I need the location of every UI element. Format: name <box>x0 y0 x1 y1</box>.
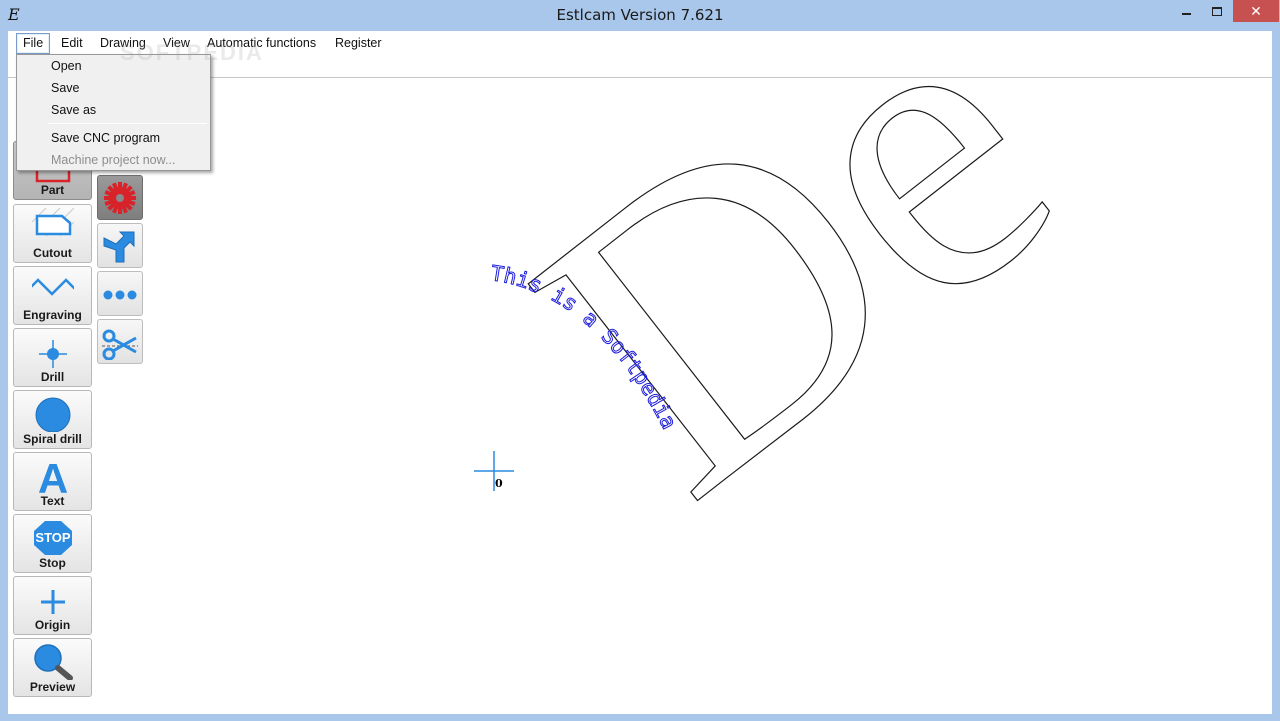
text-icon-glyph: A <box>38 456 68 494</box>
tool-engraving-label: Engraving <box>23 308 82 322</box>
menu-register[interactable]: Register <box>329 33 388 54</box>
menu-item-save-as[interactable]: Save as <box>51 100 206 120</box>
text-icon: A <box>38 456 68 494</box>
origin-label: 0 <box>495 477 503 490</box>
cutout-icon <box>32 208 74 237</box>
split-arrow-button[interactable] <box>97 223 143 268</box>
gear-icon <box>104 182 136 214</box>
dots-icon <box>103 290 137 300</box>
tool-part-label: Part <box>40 183 65 197</box>
menu-file[interactable]: File <box>16 33 51 54</box>
dots-button[interactable] <box>97 271 143 316</box>
menu-edit[interactable]: Edit <box>55 33 89 54</box>
split-arrow-icon <box>103 231 135 263</box>
tool-cutout-label: Cutout <box>33 246 72 260</box>
engraving-icon <box>32 278 74 296</box>
tool-origin-button[interactable]: Origin <box>13 576 92 635</box>
origin-marker[interactable]: 0 <box>474 451 514 491</box>
tool-text-label: Text <box>40 494 65 508</box>
scissors-button[interactable] <box>97 319 143 364</box>
menu-separator <box>48 123 207 124</box>
drawing-canvas[interactable]: De This is a Softpedia test! 0 <box>8 78 1272 714</box>
file-menu-dropdown: Open Save Save as Save CNC program Machi… <box>16 54 211 171</box>
drill-icon <box>39 340 67 368</box>
window-title: Estlcam Version 7.621 <box>556 6 724 24</box>
tool-preview-button[interactable]: Preview <box>13 638 92 697</box>
tool-origin-label: Origin <box>34 618 71 632</box>
stop-icon: STOP <box>34 521 72 555</box>
tool-engraving-button[interactable]: Engraving <box>13 266 92 325</box>
watermark: SOFTPEDIA <box>120 40 264 65</box>
minimize-icon <box>1182 13 1191 15</box>
maximize-icon <box>1212 7 1222 16</box>
title-bar: E Estlcam Version 7.621 ✕ <box>0 0 1280 30</box>
preview-icon <box>34 644 73 680</box>
outline-text[interactable]: De <box>457 78 1130 580</box>
tool-cutout-button[interactable]: Cutout <box>13 204 92 263</box>
tool-preview-label: Preview <box>29 680 76 694</box>
stop-icon-glyph: STOP <box>35 530 70 545</box>
menu-item-machine-project-now: Machine project now... <box>51 153 176 167</box>
tool-drill-label: Drill <box>40 370 65 384</box>
drawing-svg: De This is a Softpedia test! 0 <box>8 78 1131 580</box>
menu-item-save-cnc-program[interactable]: Save CNC program <box>51 128 206 148</box>
maximize-button[interactable] <box>1202 0 1232 22</box>
origin-icon <box>41 590 65 614</box>
tool-drill-button[interactable]: Drill <box>13 328 92 387</box>
minimize-button[interactable] <box>1172 0 1202 22</box>
tool-stop-label: Stop <box>39 556 66 570</box>
tool-spiral-drill-button[interactable]: Spiral drill <box>13 390 92 449</box>
scissors-icon <box>102 329 138 360</box>
tool-text-button[interactable]: A Text <box>13 452 92 511</box>
tool-stop-button[interactable]: STOP Stop <box>13 514 92 573</box>
close-button[interactable]: ✕ <box>1233 0 1279 22</box>
gear-button[interactable] <box>97 175 143 220</box>
menu-item-save[interactable]: Save <box>51 78 206 98</box>
app-window: E Estlcam Version 7.621 ✕ File Edit Draw… <box>0 0 1280 721</box>
tool-spiral-drill-label: Spiral drill <box>23 432 82 446</box>
spiral-drill-icon <box>35 397 71 432</box>
